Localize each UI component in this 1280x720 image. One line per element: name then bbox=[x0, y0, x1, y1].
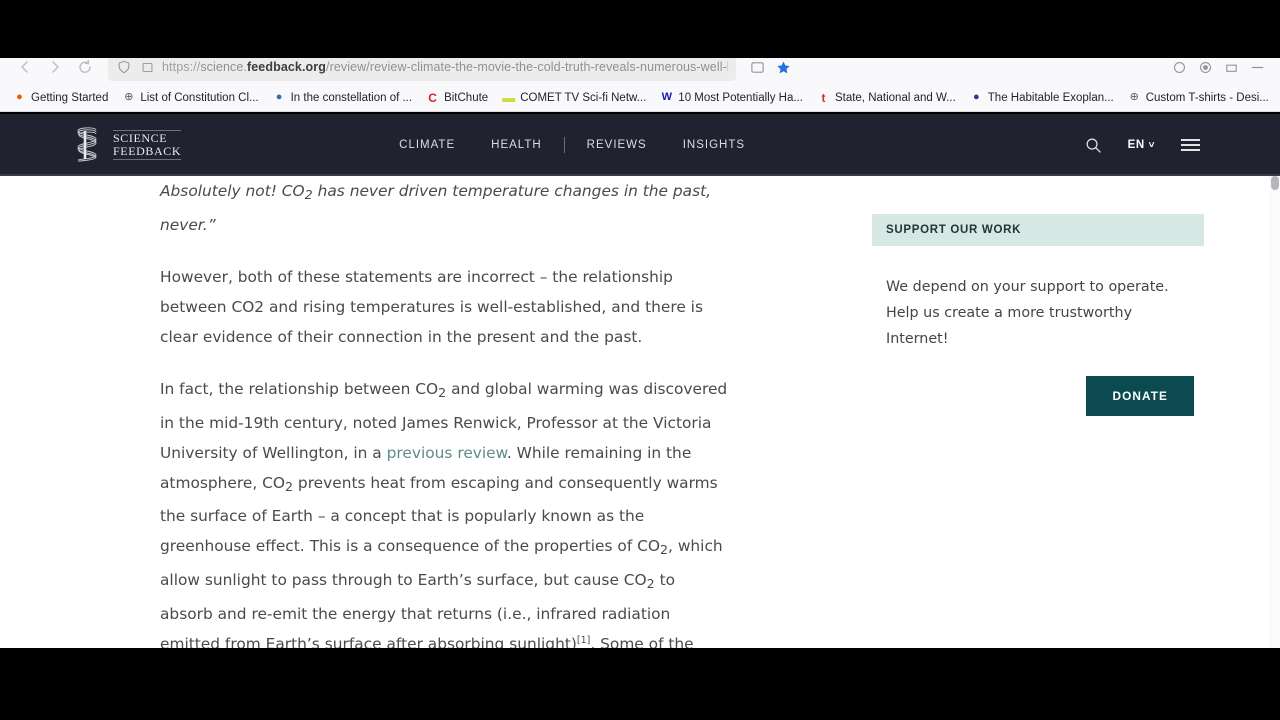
logo-line-1: SCIENCE bbox=[113, 130, 182, 145]
url-path: /review/review-climate-the-movie-the-col… bbox=[326, 60, 728, 74]
bookmark-label: Custom T-shirts - Desi... bbox=[1145, 91, 1269, 104]
bookmark-item[interactable]: ● In the constellation of ... bbox=[266, 89, 419, 106]
page-scrollbar-thumb[interactable] bbox=[1271, 176, 1279, 190]
nav-item-insights[interactable]: INSIGHTS bbox=[665, 139, 763, 151]
article-paragraph-1: However, both of these statements are in… bbox=[160, 267, 703, 346]
firefox-icon: ● bbox=[16, 91, 23, 103]
url-text: https://science.feedback.org/review/revi… bbox=[162, 60, 728, 74]
url-domain: feedback.org bbox=[246, 60, 326, 74]
bookmark-label: Getting Started bbox=[31, 91, 109, 104]
bookmark-item[interactable]: ● Getting Started bbox=[6, 89, 115, 106]
site-header: SCIENCE FEEDBACK CLIMATE HEALTH REVIEWS … bbox=[0, 114, 1280, 176]
p2-sub-4: 2 bbox=[646, 575, 655, 591]
bookmark-item[interactable]: ⊕ List of Constitution Cl... bbox=[115, 89, 265, 106]
globe-icon: ⊕ bbox=[1129, 91, 1139, 103]
bitchute-icon: C bbox=[428, 90, 437, 105]
quote-text-a: Absolutely not! CO bbox=[160, 182, 305, 200]
support-our-work-title: SUPPORT OUR WORK bbox=[872, 214, 1204, 246]
p2-sub-2: 2 bbox=[285, 478, 294, 494]
s-helix-logo-icon bbox=[77, 127, 97, 162]
main-navigation: CLIMATE HEALTH REVIEWS INSIGHTS bbox=[381, 137, 763, 153]
chevron-down-icon: ˅ bbox=[1148, 139, 1155, 151]
bookmark-label: In the constellation of ... bbox=[290, 91, 413, 104]
header-bottom-border bbox=[0, 174, 1280, 176]
url-domain-prefix: science. bbox=[200, 60, 247, 74]
language-label: EN bbox=[1127, 139, 1145, 151]
wikipedia-icon: W bbox=[661, 91, 672, 103]
language-selector[interactable]: EN ˅ bbox=[1128, 139, 1155, 151]
footnote-reference[interactable]: [1] bbox=[577, 635, 590, 646]
p2-sub-3: 2 bbox=[660, 542, 669, 558]
logo-line-2: FEEDBACK bbox=[113, 144, 182, 160]
nav-item-reviews[interactable]: REVIEWS bbox=[569, 139, 665, 151]
page-content: Absolutely not! CO2 has never driven tem… bbox=[0, 176, 1280, 648]
article-paragraph-quote-tail: Absolutely not! CO2 has never driven tem… bbox=[160, 176, 730, 240]
shield-icon[interactable] bbox=[116, 59, 132, 75]
sidebar: SUPPORT OUR WORK We depend on your suppo… bbox=[872, 214, 1204, 416]
url-scheme: https:// bbox=[162, 60, 201, 74]
search-icon[interactable] bbox=[1085, 137, 1102, 154]
bookmark-label: COMET TV Sci-fi Netw... bbox=[520, 91, 647, 104]
screen-root: https://science.feedback.org/review/revi… bbox=[0, 0, 1280, 720]
bookmarks-bar: ● Getting Started ⊕ List of Constitution… bbox=[0, 84, 1280, 111]
article-body: Absolutely not! CO2 has never driven tem… bbox=[160, 176, 730, 648]
donate-row: DONATE bbox=[886, 352, 1194, 416]
bookmark-item[interactable]: t State, National and W... bbox=[810, 89, 963, 106]
support-text: We depend on your support to operate. He… bbox=[886, 279, 1169, 347]
p2-sub-1: 2 bbox=[438, 384, 447, 400]
planet-icon: ● bbox=[972, 91, 980, 103]
comet-tv-icon: ▬ bbox=[502, 90, 516, 105]
site-logo-text: SCIENCE FEEDBACK bbox=[113, 130, 182, 160]
donate-button[interactable]: DONATE bbox=[1086, 376, 1194, 416]
page-scrollbar[interactable] bbox=[1269, 176, 1280, 648]
nav-divider bbox=[563, 137, 565, 153]
bookmark-item[interactable]: ▬ COMET TV Sci-fi Netw... bbox=[495, 89, 653, 106]
bookmark-item[interactable]: W 10 Most Potentially Ha... bbox=[653, 89, 810, 106]
bookmark-label: 10 Most Potentially Ha... bbox=[678, 91, 803, 104]
header-right-controls: EN ˅ bbox=[1085, 137, 1200, 154]
bookmark-item[interactable]: ⊕ Custom T-shirts - Desi... bbox=[1121, 89, 1276, 106]
globe-blue-icon: ● bbox=[275, 91, 283, 103]
article-paragraph-2: In fact, the relationship between CO2 an… bbox=[160, 374, 730, 648]
globe-icon: ⊕ bbox=[124, 91, 134, 103]
previous-review-link[interactable]: previous review bbox=[387, 444, 507, 462]
reader-view-icon[interactable] bbox=[139, 59, 155, 75]
bookmark-item[interactable]: ● The Habitable Exoplan... bbox=[963, 89, 1121, 106]
nav-item-climate[interactable]: CLIMATE bbox=[381, 139, 473, 151]
bookmark-label: State, National and W... bbox=[834, 91, 956, 104]
browser-chrome: https://science.feedback.org/review/revi… bbox=[0, 50, 1280, 112]
p2-seg-a: In fact, the relationship between CO bbox=[160, 379, 439, 398]
hamburger-menu-icon[interactable] bbox=[1181, 139, 1200, 151]
letterbox-top bbox=[0, 0, 1280, 58]
bookmark-label: List of Constitution Cl... bbox=[140, 91, 259, 104]
bookmark-item[interactable]: C BitChute bbox=[419, 89, 495, 106]
letter-t-icon: t bbox=[821, 90, 826, 105]
nav-item-health[interactable]: HEALTH bbox=[473, 139, 560, 151]
quote-subscript: 2 bbox=[304, 186, 313, 202]
bookmark-label: The Habitable Exoplan... bbox=[987, 91, 1114, 104]
bookmarks-overflow-chevron-icon[interactable]: » bbox=[1276, 89, 1280, 106]
support-our-work-body: We depend on your support to operate. He… bbox=[872, 246, 1204, 416]
site-logo[interactable]: SCIENCE FEEDBACK bbox=[72, 125, 182, 165]
letterbox-bottom bbox=[0, 648, 1280, 720]
bookmark-label: BitChute bbox=[444, 91, 489, 104]
